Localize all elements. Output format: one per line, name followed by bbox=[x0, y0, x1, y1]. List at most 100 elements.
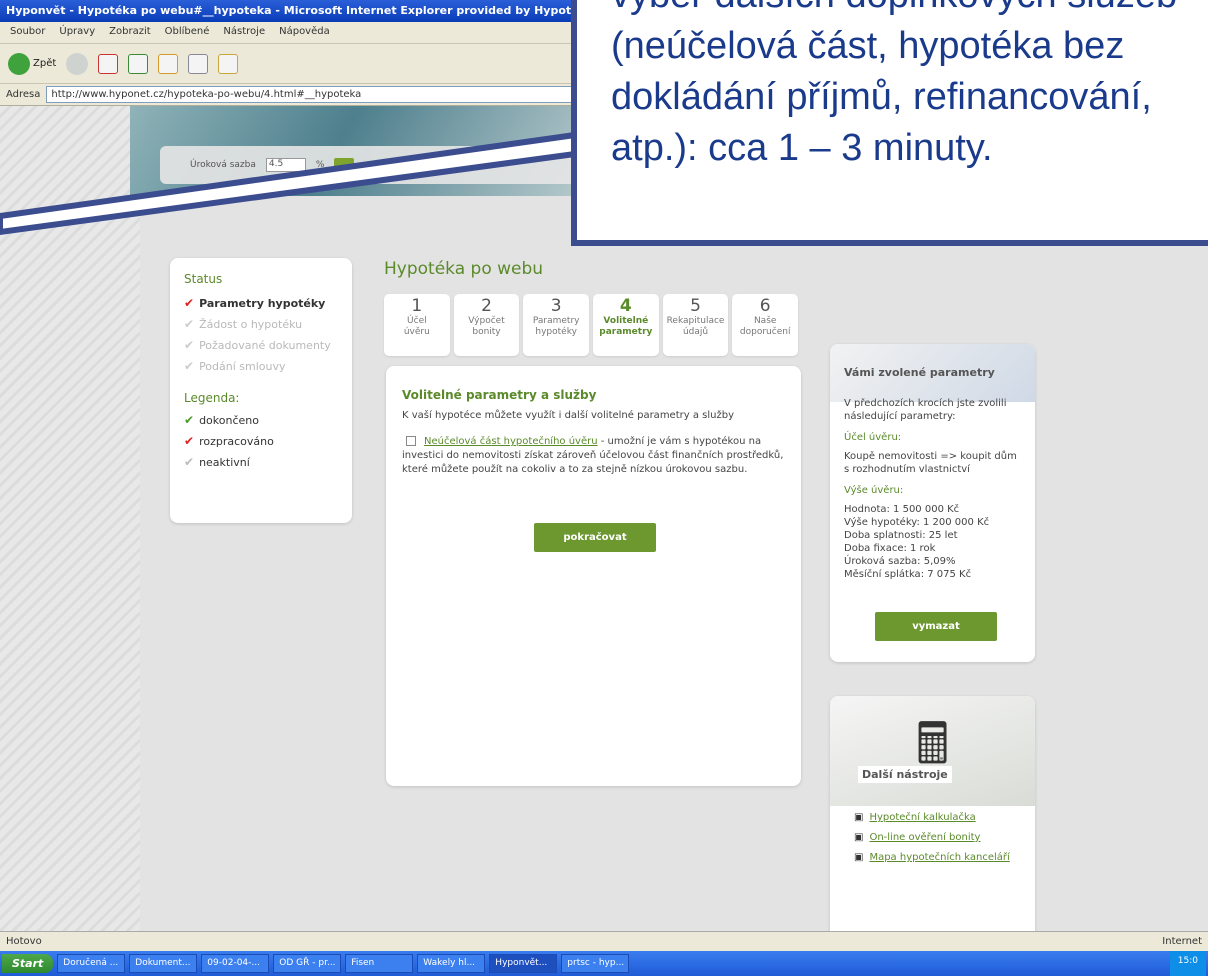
task-item[interactable]: 09-02-04-... bbox=[201, 954, 270, 973]
system-clock: 15:0 bbox=[1169, 951, 1206, 976]
refresh-icon[interactable] bbox=[128, 53, 149, 74]
step-number: 1 bbox=[411, 296, 423, 316]
status-panel: Status ✔ Parametry hypotéky ✔ Žádost o hyp… bbox=[170, 258, 352, 523]
loan-title: Výše úvěru: bbox=[844, 485, 904, 496]
selected-parameters-body: V předchozích krocích jste zvolili násle… bbox=[844, 397, 1021, 581]
purpose-value: Koupě nemovitosti => koupit dům s rozhod… bbox=[844, 451, 1017, 475]
check-icon: ✔ bbox=[184, 455, 195, 469]
step-label: Parametry bbox=[532, 316, 580, 326]
home-icon[interactable] bbox=[158, 53, 179, 74]
taskbar: Start Doručená ... Dokument... 09-02-04-… bbox=[0, 951, 1208, 976]
percent-sign: % bbox=[315, 160, 325, 170]
task-item[interactable]: Fisen bbox=[345, 954, 414, 973]
status-item-documents: ✔ Požadované dokumenty bbox=[184, 338, 338, 352]
back-arrow-icon bbox=[8, 52, 30, 75]
check-icon: ✔ bbox=[184, 434, 195, 448]
tools-list: ▣ Hypoteční kalkulačka ▣ On-line ověření b… bbox=[854, 811, 1010, 871]
tool-link-calculator[interactable]: Hypoteční kalkulačka bbox=[869, 811, 975, 825]
parameters-intro: V předchozích krocích jste zvolili násle… bbox=[844, 398, 1007, 422]
start-button[interactable]: Start bbox=[2, 954, 54, 973]
step-3[interactable]: 3 Parametry hypotéky bbox=[523, 294, 590, 356]
rate-input[interactable]: 4.5 bbox=[265, 158, 306, 172]
step-number: 6 bbox=[759, 296, 771, 316]
check-icon: ✔ bbox=[184, 296, 195, 310]
step-label: Výpočet bbox=[468, 316, 505, 326]
menu-edit[interactable]: Úpravy bbox=[59, 26, 95, 39]
loan-term-line: Doba splatnosti: 25 let bbox=[844, 530, 958, 541]
loan-value-line: Hodnota: 1 500 000 Kč bbox=[844, 504, 960, 515]
loan-rate-line: Úroková sazba: 5,09% bbox=[844, 556, 956, 567]
legend-label: neaktivní bbox=[199, 455, 250, 469]
section-intro: K vaší hypotéce můžete využít i další vo… bbox=[402, 410, 734, 421]
step-1[interactable]: 1 Účel úvěru bbox=[384, 294, 450, 356]
step-6[interactable]: 6 Naše doporučení bbox=[732, 294, 799, 356]
step-number: 3 bbox=[550, 296, 562, 316]
step-tabs: 1 Účel úvěru 2 Výpočet bonity 3 Parametry hypo… bbox=[384, 294, 799, 356]
step-label: Rekapitulace bbox=[666, 316, 725, 326]
rate-bar: Úroková sazba 4.5 % bbox=[160, 146, 580, 184]
step-label: bonity bbox=[472, 327, 501, 337]
legend-inactive: ✔ neaktivní bbox=[184, 455, 338, 469]
step-number: 2 bbox=[481, 296, 492, 316]
menu-view[interactable]: Zobrazit bbox=[109, 26, 151, 39]
tool-item: ▣ Hypoteční kalkulačka bbox=[854, 811, 1010, 825]
step-label: doporučení bbox=[739, 327, 791, 337]
legend-label: dokončeno bbox=[199, 413, 259, 427]
favorites-icon[interactable] bbox=[218, 53, 239, 74]
check-icon: ✔ bbox=[184, 359, 195, 373]
task-item[interactable]: Wakely hl... bbox=[417, 954, 486, 973]
back-button[interactable]: Zpět bbox=[8, 52, 57, 75]
purpose-title: Účel úvěru: bbox=[844, 432, 902, 443]
optional-parameters-panel: Volitelné parametry a služby K vaší hypo… bbox=[386, 366, 801, 786]
clear-button[interactable]: vymazat bbox=[875, 612, 997, 641]
rate-label: Úroková sazba bbox=[190, 160, 256, 170]
rate-ok-button[interactable] bbox=[334, 158, 355, 172]
search-icon[interactable] bbox=[188, 53, 209, 74]
step-label: Volitelné bbox=[603, 316, 649, 326]
step-label: hypotéky bbox=[535, 327, 577, 337]
page-title: Hypotéka po webu bbox=[384, 259, 544, 279]
status-title: Status bbox=[184, 272, 223, 286]
continue-button[interactable]: pokračovat bbox=[534, 523, 656, 552]
status-item-parameters[interactable]: ✔ Parametry hypotéky bbox=[184, 296, 338, 310]
task-item-active[interactable]: Hyponvět... bbox=[489, 954, 558, 973]
menu-file[interactable]: Soubor bbox=[10, 26, 45, 39]
check-icon: ✔ bbox=[184, 413, 195, 427]
back-label: Zpět bbox=[33, 58, 57, 69]
task-item[interactable]: OD GŘ - pr... bbox=[273, 954, 342, 973]
menu-tools[interactable]: Nástroje bbox=[223, 26, 265, 39]
step-2[interactable]: 2 Výpočet bonity bbox=[453, 294, 520, 356]
task-item[interactable]: Doručená ... bbox=[57, 954, 126, 973]
step-label: parametry bbox=[599, 327, 653, 337]
option-link[interactable]: Neúčelová část hypotečního úvěru bbox=[424, 436, 598, 447]
status-item-label: Podání smlouvy bbox=[199, 359, 286, 373]
step-5[interactable]: 5 Rekapitulace údajů bbox=[662, 294, 729, 356]
step-4[interactable]: 4 Volitelné parametry bbox=[593, 294, 659, 356]
bullet-icon: ▣ bbox=[854, 812, 864, 823]
calculator-icon: 🖩 bbox=[830, 696, 1035, 806]
annotation-callout: výběr dalších doplňkových služeb (neúčel… bbox=[571, 0, 1208, 246]
option-checkbox[interactable] bbox=[406, 436, 416, 446]
loan-amount-line: Výše hypotéky: 1 200 000 Kč bbox=[844, 517, 990, 528]
menu-favorites[interactable]: Oblíbené bbox=[165, 26, 210, 39]
zone-text: Internet bbox=[1162, 936, 1202, 947]
step-label: Naše bbox=[753, 316, 777, 326]
task-item[interactable]: Dokument... bbox=[129, 954, 198, 973]
bullet-icon: ▣ bbox=[854, 832, 864, 843]
status-item-label: Parametry hypotéky bbox=[199, 296, 326, 310]
legend-label: rozpracováno bbox=[199, 434, 274, 448]
tool-item: ▣ On-line ověření bonity bbox=[854, 831, 1010, 845]
forward-arrow-icon[interactable] bbox=[66, 52, 89, 75]
menu-help[interactable]: Nápověda bbox=[279, 26, 330, 39]
status-item-request: ✔ Žádost o hypotéku bbox=[184, 317, 338, 331]
tools-title: Další nástroje bbox=[858, 766, 952, 783]
status-text: Hotovo bbox=[6, 936, 42, 947]
selected-parameters-panel: Vámi zvolené parametry V předchozích kro… bbox=[830, 344, 1035, 662]
window-title: Hyponvět - Hypotéka po webu#__hypoteka -… bbox=[6, 4, 639, 17]
tool-link-bonity[interactable]: On-line ověření bonity bbox=[869, 831, 980, 845]
tool-link-map[interactable]: Mapa hypotečních kanceláří bbox=[869, 851, 1009, 865]
loan-payment-line: Měsíční splátka: 7 075 Kč bbox=[844, 569, 972, 580]
task-item[interactable]: prtsc - hyp... bbox=[561, 954, 630, 973]
legend-done: ✔ dokončeno bbox=[184, 413, 338, 427]
stop-icon[interactable] bbox=[98, 53, 119, 74]
